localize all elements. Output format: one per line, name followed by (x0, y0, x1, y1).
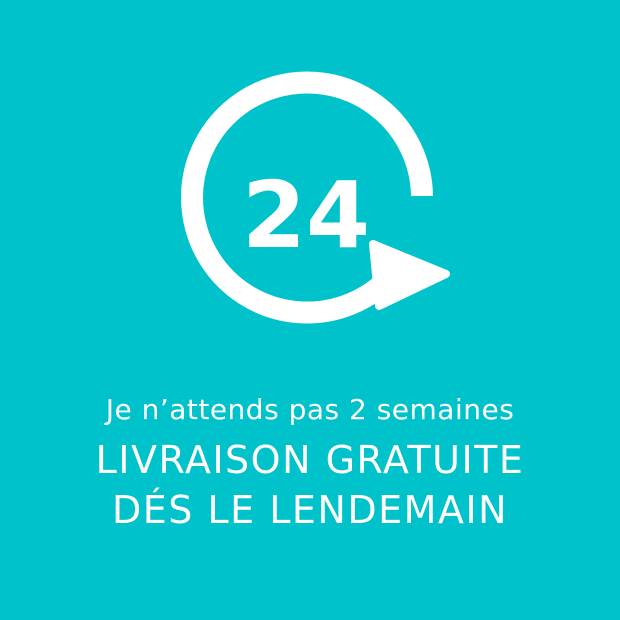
headline-line-2: DÉS LE LENDEMAIN (111, 488, 509, 532)
arrow-head-icon (369, 240, 450, 310)
clock-arrow-icon: 24 (181, 71, 450, 324)
headline-line-1: LIVRAISON GRATUITE (95, 438, 525, 482)
tagline: Je n’attends pas 2 semaines (105, 393, 515, 426)
promo-tile: 24 Je n’attends pas 2 semaines LIVRAISON… (0, 0, 620, 620)
hours-number: 24 (242, 162, 370, 269)
